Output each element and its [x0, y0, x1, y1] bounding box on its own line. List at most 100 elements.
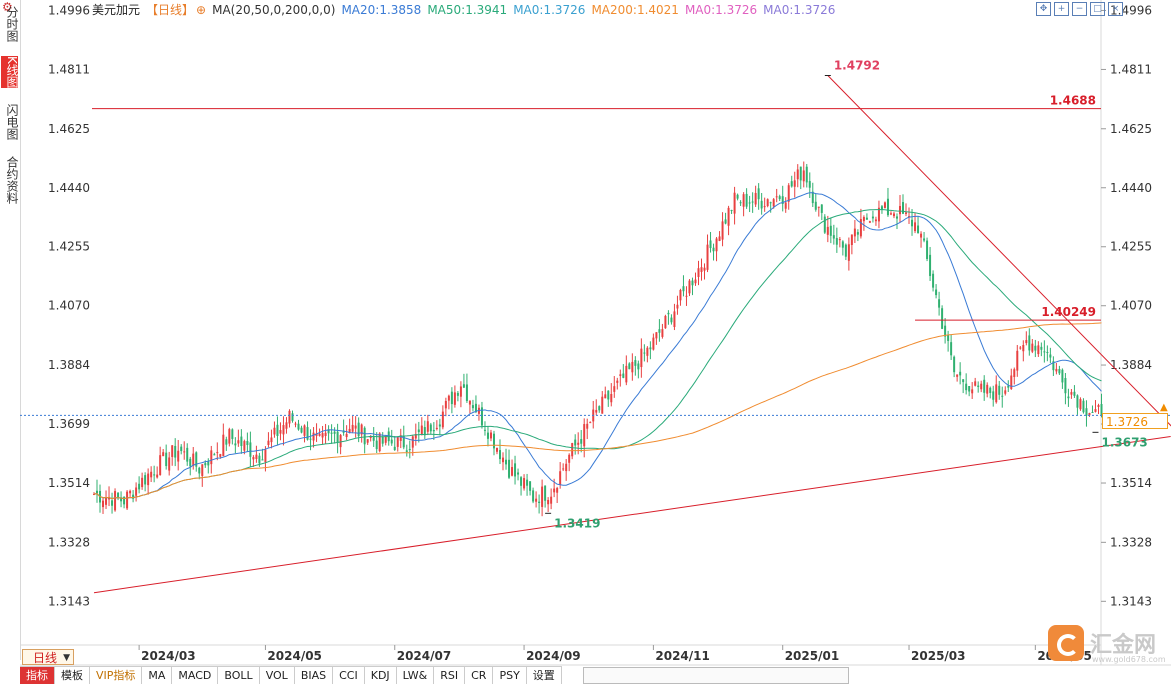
candle-body-178	[628, 363, 631, 370]
period-select-value: 日线	[33, 651, 58, 665]
tab-ma[interactable]: MA	[142, 667, 173, 684]
candle-body-318	[1049, 354, 1052, 358]
current-price-tag: 1.3726	[1102, 413, 1168, 429]
candle-body-208	[718, 236, 721, 242]
ma-value-1: MA50:1.3941	[427, 3, 508, 17]
candle-body-250	[844, 244, 847, 257]
y-tick-label-right-3: 1.4440	[1110, 181, 1152, 195]
tab-rsi[interactable]: RSI	[434, 667, 466, 684]
candle-body-293	[974, 381, 977, 386]
x-tick-label-0: 2024/03	[141, 649, 195, 663]
candle-body-207	[715, 238, 718, 252]
tab-settings[interactable]: 设置	[526, 667, 562, 684]
y-tick-label-left-6: 1.3884	[48, 358, 90, 372]
candle-body-332	[1091, 412, 1094, 414]
zoom-in-icon[interactable]: +	[1054, 2, 1069, 16]
candle-body-19	[150, 471, 153, 478]
candle-body-3	[102, 500, 105, 508]
tab-vol[interactable]: VOL	[259, 667, 295, 684]
plus-circle-icon[interactable]: ⊕	[196, 2, 206, 18]
tab-templates[interactable]: 模板	[55, 667, 90, 684]
tab-boll[interactable]: BOLL	[218, 667, 260, 684]
candle-body-124	[465, 384, 468, 401]
candle-body-174	[616, 380, 619, 383]
candle-body-28	[177, 450, 180, 462]
candle-body-219	[751, 201, 754, 203]
candle-body-25	[168, 457, 171, 471]
y-tick-label-right-5: 1.4070	[1110, 299, 1152, 313]
y-tick-label-left-4: 1.4255	[48, 240, 90, 254]
candle-body-13	[132, 494, 135, 499]
horizontal-scrollbar[interactable]	[583, 667, 849, 684]
candle-body-136	[502, 457, 505, 463]
candle-body-290	[965, 383, 968, 391]
tab-lw[interactable]: LW&	[396, 667, 435, 684]
candle-body-90	[363, 427, 366, 445]
candle-body-139	[511, 467, 514, 476]
candle-body-26	[171, 445, 174, 457]
extreme-label-5: 1.3419	[554, 516, 600, 530]
candle-body-214	[736, 194, 739, 199]
candle-body-21	[156, 474, 159, 478]
candle-body-265	[889, 213, 892, 215]
candle-body-257	[865, 217, 868, 220]
candle-body-310	[1025, 340, 1028, 344]
candle-body-270	[905, 212, 908, 214]
candle-body-247	[835, 238, 838, 245]
candle-body-312	[1031, 343, 1034, 352]
tab-indicators[interactable]: 指标	[20, 667, 55, 684]
candle-body-297	[986, 384, 989, 394]
candle-body-225	[769, 202, 772, 204]
candle-body-117	[444, 400, 447, 409]
candle-body-202	[700, 267, 703, 272]
candle-body-273	[914, 222, 917, 232]
tab-kdj[interactable]: KDJ	[364, 667, 397, 684]
tab-psy[interactable]: PSY	[493, 667, 527, 684]
tab-cr[interactable]: CR	[465, 667, 494, 684]
candle-body-227	[775, 196, 778, 198]
close-icon[interactable]: ×	[1108, 2, 1123, 16]
candle-body-82	[339, 435, 342, 448]
candle-body-295	[980, 383, 983, 390]
maximize-icon[interactable]: □	[1090, 2, 1105, 16]
candle-body-299	[992, 391, 995, 400]
candle-body-285	[950, 342, 953, 356]
candle-body-263	[883, 202, 886, 208]
candle-body-240	[814, 201, 817, 210]
candle-body-187	[655, 332, 658, 339]
candle-body-226	[772, 199, 775, 207]
candle-body-56	[261, 459, 264, 461]
candle-body-259	[871, 216, 874, 219]
tab-cci[interactable]: CCI	[333, 667, 365, 684]
candle-body-173	[613, 386, 616, 392]
candle-body-279	[932, 273, 935, 288]
x-tick-label-5: 2025/01	[785, 649, 839, 663]
candle-body-113	[432, 429, 435, 432]
watermark-url: www.gold678.com	[1092, 655, 1166, 664]
candle-body-66	[291, 413, 294, 421]
candle-body-264	[886, 198, 889, 216]
candlestick-chart[interactable]: 1.4996 1.49961.4811 1.48111.4625 1.46251.44…	[0, 0, 1171, 683]
candle-body-144	[526, 479, 529, 486]
candle-body-18	[147, 473, 150, 486]
tab-vip-indicators[interactable]: VIP指标	[90, 667, 143, 684]
candle-body-172	[610, 393, 613, 403]
candle-body-276	[923, 238, 926, 241]
candle-body-191	[667, 312, 670, 315]
candle-body-22	[159, 455, 162, 476]
candle-body-120	[453, 392, 456, 405]
extreme-label-6: 1.3673	[1101, 435, 1147, 449]
candle-body-23	[162, 452, 165, 457]
candle-body-267	[895, 216, 898, 219]
candle-body-109	[420, 425, 423, 436]
tab-bias[interactable]: BIAS	[294, 667, 334, 684]
zoom-out-icon[interactable]: −	[1072, 2, 1087, 16]
candle-body-242	[820, 204, 823, 213]
period-select[interactable]: 日线 ▼	[22, 649, 74, 665]
move-icon[interactable]: ✥	[1036, 2, 1051, 16]
candle-body-314	[1037, 345, 1040, 355]
candle-body-42	[219, 454, 222, 457]
tab-macd[interactable]: MACD	[172, 667, 219, 684]
candle-body-160	[574, 439, 577, 446]
candle-body-185	[649, 347, 652, 350]
